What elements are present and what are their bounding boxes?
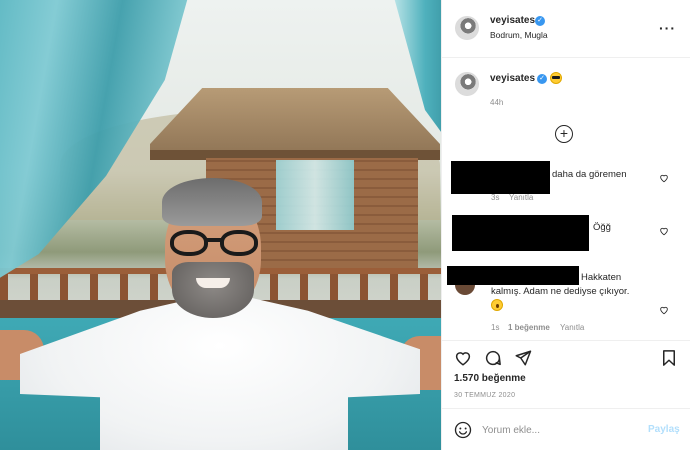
author-avatar[interactable] [455,16,479,40]
comment-like-heart-icon[interactable] [659,226,669,236]
comment-text-line2: kalmış. Adam ne dediyse çıkıyor. [491,286,630,297]
heart-icon[interactable] [454,349,472,367]
beard [172,262,254,318]
lens-left [170,230,208,256]
post-location[interactable]: Bodrum, Mugla [490,30,548,40]
plus-circle-icon[interactable]: + [555,125,573,143]
comment-icon[interactable] [484,349,502,367]
reply-button[interactable]: Yanıtla [509,193,533,202]
more-horizontal-icon[interactable]: ··· [659,20,676,36]
add-comment-form: Paylaş [442,408,690,450]
cabana-curtain [276,160,354,230]
smile [196,278,230,288]
verified-badge-icon: ✓ [535,16,545,26]
comment-like-heart-icon[interactable] [659,305,669,315]
eyeglasses [170,230,258,258]
comment-text: daha da göremen [552,169,627,180]
post-date[interactable]: 30 TEMMUZ 2020 [454,392,515,399]
post-comment-button[interactable]: Paylaş [648,424,680,435]
comment-text: Öğğ [593,222,611,233]
post-actions-bar [442,340,690,370]
comment-text-line1: Hakkaten [581,272,622,283]
caption-avatar[interactable] [455,72,479,96]
caption-username[interactable]: veyisates [490,73,535,84]
lens-right [220,230,258,256]
surprised-emoji-icon [491,299,503,311]
likes-count[interactable]: 1.570 beğenme [454,373,526,384]
redaction-bar [447,266,579,285]
bookmark-icon[interactable] [660,349,678,367]
paper-plane-icon[interactable] [514,349,532,367]
comment-like-heart-icon[interactable] [659,173,669,183]
emoji-picker-icon[interactable] [454,421,472,439]
caption-time[interactable]: 44h [490,98,503,107]
comment-time[interactable]: 3s [491,193,499,202]
redaction-bar [451,161,550,194]
sunglasses-emoji-icon [550,72,562,84]
hair [162,178,262,226]
verified-badge-icon: ✓ [537,74,547,84]
post-photo[interactable] [0,0,441,450]
author-username[interactable]: veyisates [490,15,535,26]
comment-input[interactable] [482,421,632,439]
redaction-bar [452,215,589,251]
post-side-panel: veyisates ✓ Bodrum, Mugla ··· veyisates … [441,0,690,450]
cabana-roof [150,88,440,158]
reply-button[interactable]: Yanıtla [560,323,584,332]
post-header: veyisates ✓ Bodrum, Mugla ··· [442,0,690,58]
comment-likes-count[interactable]: 1 beğenme [508,323,550,332]
comment-time[interactable]: 1s [491,323,499,332]
